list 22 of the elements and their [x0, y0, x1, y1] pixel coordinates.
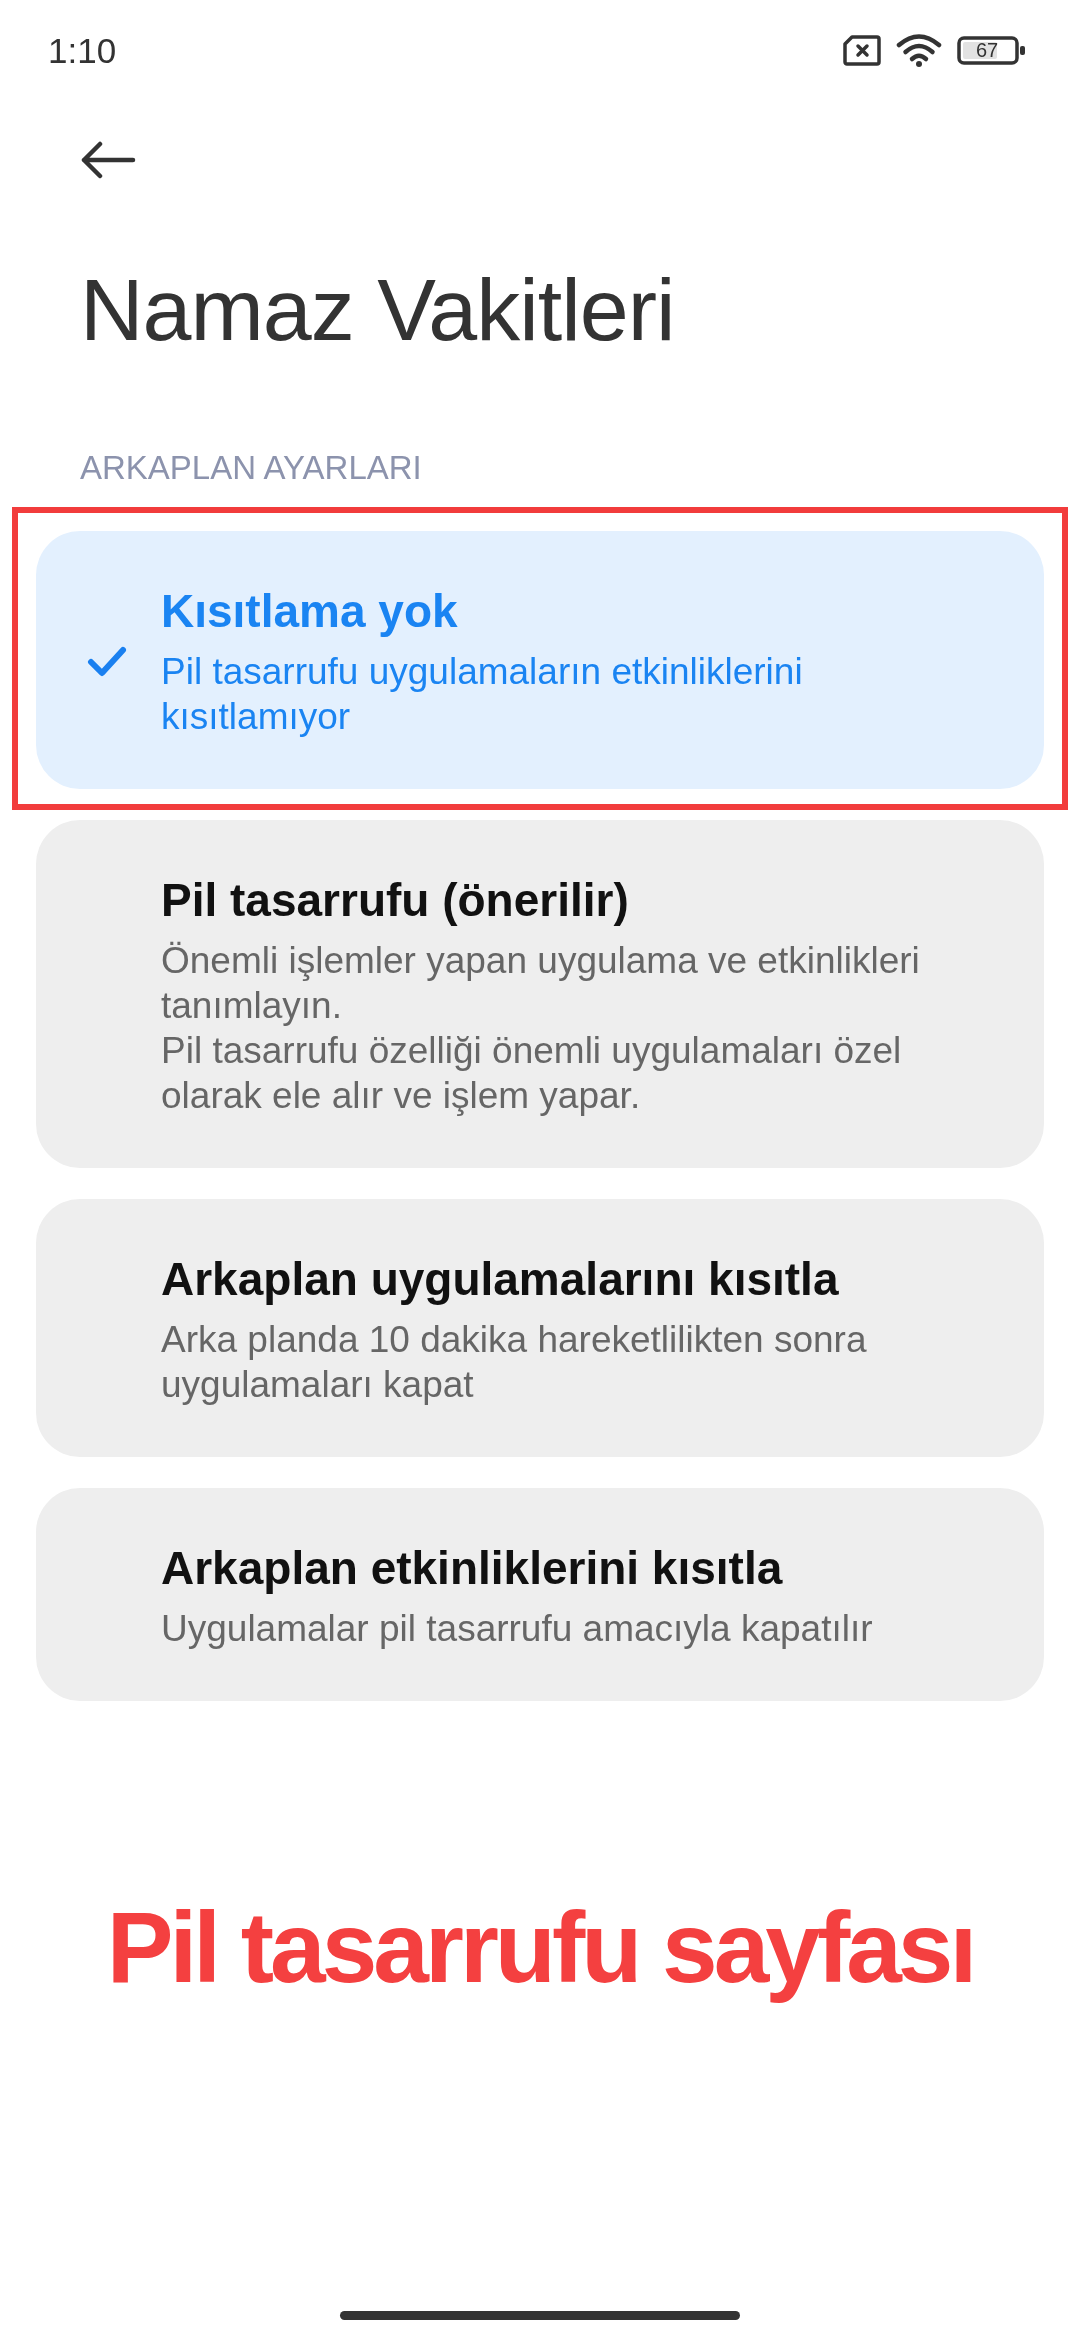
option-title: Arkaplan etkinliklerini kısıtla	[161, 1541, 784, 1596]
section-label: ARKAPLAN AYARLARI	[80, 448, 422, 488]
option-card[interactable]: Arkaplan uygulamalarını kısıtla Arka planda 10 dakika hareketlilikten sonra uygulamaları kapat	[36, 1199, 1044, 1457]
option-description: Arka planda 10 dakika hareketlilikten sonra uygulamaları kapat	[161, 1318, 868, 1407]
option-card[interactable]: Pil tasarrufu (önerilir) Önemli işlemler yapan uygulama ve etkinlikleri tanımlayın. Pil tasarrufu özelliği önemli uygulamaları özel olarak ele alır ve işlem yapar.	[36, 820, 1044, 1168]
annotation-caption: Pil tasarrufu sayfası	[106, 1890, 974, 2005]
status-time: 1:10	[48, 32, 117, 68]
back-arrow-icon	[80, 141, 136, 179]
sim-card-x-icon	[843, 34, 881, 66]
wifi-icon	[896, 33, 942, 67]
option-title: Kısıtlama yok	[161, 584, 459, 639]
option-title: Pil tasarrufu (önerilir)	[161, 873, 630, 928]
checkmark-icon	[87, 644, 127, 678]
option-description: Pil tasarrufu uygulamaların etkinliklerini kısıtlamıyor	[161, 650, 804, 739]
option-title: Arkaplan uygulamalarını kısıtla	[161, 1252, 840, 1307]
page-title: Namaz Vakitleri	[80, 259, 675, 361]
battery-percentage: 67	[975, 40, 999, 60]
option-card[interactable]: Arkaplan etkinliklerini kısıtla Uygulamalar pil tasarrufu amacıyla kapatılır	[36, 1488, 1044, 1701]
battery-icon	[957, 35, 1025, 65]
option-description: Önemli işlemler yapan uygulama ve etkinlikleri tanımlayın. Pil tasarrufu özelliği önemli uygulamaları özel olarak ele alır ve işlem yapar.	[161, 939, 921, 1118]
back-button[interactable]	[80, 141, 136, 179]
option-description: Uygulamalar pil tasarrufu amacıyla kapatılır	[161, 1607, 874, 1651]
